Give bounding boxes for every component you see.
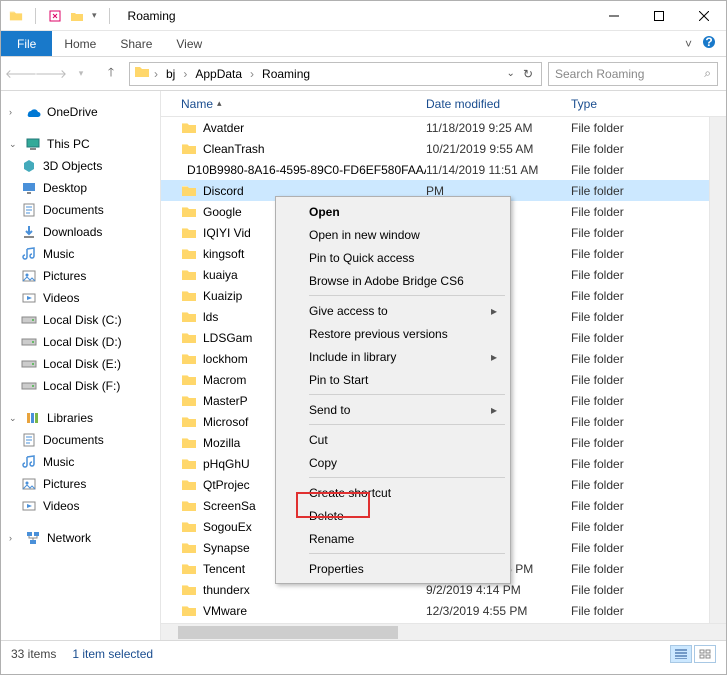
table-row[interactable]: VMware12/3/2019 4:55 PMFile folder (161, 600, 709, 621)
search-placeholder: Search Roaming (555, 67, 704, 81)
table-row[interactable]: CleanTrash10/21/2019 9:55 AMFile folder (161, 138, 709, 159)
tree-root[interactable]: ›Network (1, 527, 160, 549)
tab-home[interactable]: Home (52, 31, 108, 56)
tree-root[interactable]: ⌄Libraries (1, 407, 160, 429)
tree-root[interactable]: ›OneDrive (1, 101, 160, 123)
column-headers[interactable]: Name▴ Date modified Type (161, 91, 726, 117)
qat-dropdown-icon[interactable]: ▾ (92, 10, 97, 21)
tree-item[interactable]: Pictures (1, 473, 160, 495)
tree-item[interactable]: Local Disk (C:) (1, 309, 160, 331)
status-count: 33 items (11, 647, 56, 661)
tab-view[interactable]: View (164, 31, 214, 56)
folder-icon (9, 9, 23, 23)
menu-item[interactable]: Create shortcut (279, 481, 507, 504)
col-type[interactable]: Type (571, 97, 726, 111)
nav-up-button[interactable]: 🡑 (99, 62, 123, 86)
qat-newfolder-icon[interactable] (70, 9, 84, 23)
menu-item[interactable]: Properties (279, 557, 507, 580)
menu-item[interactable]: Send to▸ (279, 398, 507, 421)
status-bar: 33 items 1 item selected (1, 640, 726, 666)
nav-recent-button[interactable]: ▾ (69, 62, 93, 86)
menu-item[interactable]: Rename (279, 527, 507, 550)
window-title: Roaming (128, 9, 176, 23)
breadcrumb-item[interactable]: bj (162, 67, 179, 81)
tab-share[interactable]: Share (108, 31, 164, 56)
view-details-button[interactable] (670, 645, 692, 663)
menu-item[interactable]: Delete (279, 504, 507, 527)
tree-item[interactable]: Local Disk (D:) (1, 331, 160, 353)
nav-back-button[interactable]: 🡐 (9, 62, 33, 86)
menu-item[interactable]: Copy (279, 451, 507, 474)
status-selected: 1 item selected (72, 647, 153, 661)
tree-item[interactable]: Videos (1, 495, 160, 517)
menu-item[interactable]: Browse in Adobe Bridge CS6 (279, 269, 507, 292)
maximize-button[interactable] (636, 1, 681, 31)
tree-item[interactable]: 3D Objects (1, 155, 160, 177)
tree-item[interactable]: Music (1, 243, 160, 265)
tree-item[interactable]: Local Disk (E:) (1, 353, 160, 375)
menu-item[interactable]: Restore previous versions (279, 322, 507, 345)
menu-item[interactable]: Cut (279, 428, 507, 451)
address-box[interactable]: › bj › AppData › Roaming ⌄ ↻ (129, 62, 542, 86)
tree-item[interactable]: Music (1, 451, 160, 473)
context-menu: OpenOpen in new windowPin to Quick acces… (275, 196, 511, 584)
search-input[interactable]: Search Roaming ⌕ (548, 62, 718, 86)
tree-item[interactable]: Videos (1, 287, 160, 309)
nav-forward-button[interactable]: 🡒 (39, 62, 63, 86)
file-tab[interactable]: File (1, 31, 52, 56)
minimize-button[interactable] (591, 1, 636, 31)
ribbon-expand-icon[interactable]: ˅ (685, 37, 692, 51)
address-dropdown-icon[interactable]: ⌄ (507, 68, 515, 79)
tree-item[interactable]: Downloads (1, 221, 160, 243)
qat-properties-icon[interactable] (48, 9, 62, 23)
close-button[interactable] (681, 1, 726, 31)
tree-item[interactable]: Pictures (1, 265, 160, 287)
table-row[interactable]: D10B9980-8A16-4595-89C0-FD6EF580FAAA11/1… (161, 159, 709, 180)
vertical-scrollbar[interactable] (709, 117, 726, 623)
view-icons-button[interactable] (694, 645, 716, 663)
refresh-icon[interactable]: ↻ (519, 67, 537, 81)
menu-item[interactable]: Open (279, 200, 507, 223)
nav-tree: ›OneDrive⌄This PC3D ObjectsDesktopDocume… (1, 91, 161, 640)
tree-item[interactable]: Desktop (1, 177, 160, 199)
breadcrumb-item[interactable]: AppData (191, 67, 246, 81)
menu-item[interactable]: Give access to▸ (279, 299, 507, 322)
col-date[interactable]: Date modified (426, 97, 571, 111)
search-icon: ⌕ (704, 66, 711, 81)
ribbon-tabs: File Home Share View ˅ ? (1, 31, 726, 57)
svg-text:?: ? (705, 35, 712, 49)
horizontal-scrollbar[interactable] (161, 623, 726, 640)
menu-item[interactable]: Open in new window (279, 223, 507, 246)
tree-item[interactable]: Documents (1, 199, 160, 221)
folder-icon (134, 65, 150, 82)
address-bar: 🡐 🡒 ▾ 🡑 › bj › AppData › Roaming ⌄ ↻ Sea… (1, 57, 726, 91)
breadcrumb-item[interactable]: Roaming (258, 67, 314, 81)
tree-root[interactable]: ⌄This PC (1, 133, 160, 155)
titlebar: ▾ Roaming (1, 1, 726, 31)
menu-item[interactable]: Include in library▸ (279, 345, 507, 368)
help-icon[interactable]: ? (702, 35, 716, 52)
tree-item[interactable]: Local Disk (F:) (1, 375, 160, 397)
menu-item[interactable]: Pin to Start (279, 368, 507, 391)
menu-item[interactable]: Pin to Quick access (279, 246, 507, 269)
table-row[interactable]: Avatder11/18/2019 9:25 AMFile folder (161, 117, 709, 138)
col-name[interactable]: Name▴ (181, 97, 426, 111)
tree-item[interactable]: Documents (1, 429, 160, 451)
